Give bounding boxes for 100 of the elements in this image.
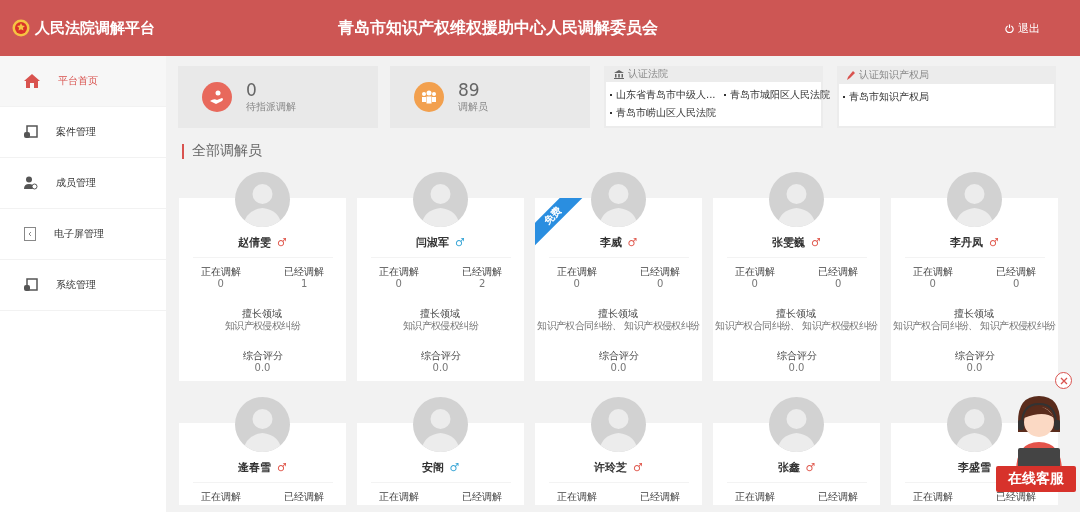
- panel-title: 认证知识产权局: [859, 68, 929, 82]
- specialty-text: 知识产权合同纠纷、 知识产权侵权纠纷: [537, 320, 700, 332]
- mediator-name: 安阁: [421, 459, 444, 475]
- stat-value: 0: [835, 278, 842, 290]
- rating-label: 综合评分: [954, 350, 995, 362]
- specialty-text: 知识产权合同纠纷、 知识产权侵权纠纷: [715, 320, 878, 332]
- logout-link[interactable]: 退出: [1005, 20, 1040, 36]
- stat-label: 正在调解: [912, 491, 953, 503]
- mediator-name: 李威: [599, 234, 622, 250]
- online-service-button[interactable]: 在线客服: [996, 466, 1076, 492]
- specialty-text: 知识产权侵权纠纷: [224, 320, 301, 332]
- mediator-name: 闫淑军: [416, 234, 450, 250]
- avatar-placeholder: [413, 397, 468, 452]
- stat-label: 已经调解: [462, 266, 503, 278]
- avatar-placeholder: [413, 172, 468, 227]
- user-icon: [24, 176, 38, 190]
- stat-label: 调解员: [458, 100, 488, 114]
- stat-label: 正在调解: [378, 266, 419, 278]
- stat-label: 已经调解: [818, 266, 859, 278]
- stat-label: 正在调解: [200, 266, 241, 278]
- specialty-label: 擅长领域: [242, 308, 283, 320]
- stat-label: 正在调解: [200, 491, 241, 503]
- stat-label: 已经调解: [640, 491, 681, 503]
- mediator-name: 李丹凤: [950, 234, 984, 250]
- mediator-card[interactable]: 安阁 ♂ 正在调解 已经调解: [357, 397, 524, 505]
- gender-symbol: ♂: [811, 235, 821, 249]
- gender-symbol: ♂: [277, 460, 287, 474]
- stat-value: 0: [217, 278, 224, 290]
- stat-value: 0: [395, 278, 402, 290]
- specialty-label: 擅长领域: [420, 308, 461, 320]
- page-title: 青岛市知识产权维权援助中心人民调解委员会: [338, 17, 658, 39]
- mediator-card[interactable]: 闫淑军 ♂ 正在调解 0 已经调解 2 擅长领域 知识产权侵权纠纷 综合评分 0.0: [357, 172, 524, 381]
- stat-value: 0: [246, 80, 258, 100]
- certified-item: 山东省青岛市中级人...: [616, 88, 716, 102]
- screen-icon: [24, 227, 36, 241]
- avatar-placeholder: [769, 397, 824, 452]
- specialty-text: 知识产权合同纠纷、 知识产权侵权纠纷: [893, 320, 1056, 332]
- rating-label: 综合评分: [598, 350, 639, 362]
- mediator-name: 赵倩雯: [238, 234, 272, 250]
- avatar-placeholder: [769, 172, 824, 227]
- mediator-card[interactable]: 张鑫 ♂ 正在调解 已经调解: [713, 397, 880, 505]
- stat-label: 已经调解: [462, 491, 503, 503]
- power-icon: [1005, 23, 1014, 33]
- rating-value: 0.0: [966, 362, 983, 374]
- mediator-card[interactable]: 张雯巍 ♂ 正在调解 0 已经调解 0 擅长领域 知识产权合同纠纷、 知识产权侵权纠纷 综合评分 0.0: [713, 172, 880, 381]
- avatar-placeholder: [591, 397, 646, 452]
- mediator-name: 李盛雪: [958, 459, 991, 475]
- panel-title: 认证法院: [628, 67, 668, 81]
- sidebar-item[interactable]: 平台首页: [0, 56, 166, 107]
- mediator-card[interactable]: 逄春雪 ♂ 正在调解 已经调解: [179, 397, 346, 505]
- home-icon: [24, 74, 40, 88]
- stat-value: 0: [573, 278, 580, 290]
- specialty-label: 擅长领域: [598, 308, 639, 320]
- close-button[interactable]: [1055, 372, 1072, 389]
- platform-name: 人民法院调解平台: [35, 18, 155, 38]
- stat-label: 待指派调解: [246, 100, 296, 114]
- rating-value: 0.0: [788, 362, 805, 374]
- document-icon: [24, 278, 38, 292]
- stat-label: 正在调解: [556, 266, 597, 278]
- rating-value: 0.0: [254, 362, 271, 374]
- gender-symbol: ♂: [455, 235, 465, 249]
- mediator-name: 张雯巍: [772, 234, 806, 250]
- specialty-text: 知识产权侵权纠纷: [402, 320, 479, 332]
- gender-symbol: ♂: [633, 460, 643, 474]
- avatar-placeholder: [947, 172, 1002, 227]
- emblem-icon: [12, 19, 30, 37]
- stat-label: 已经调解: [284, 491, 325, 503]
- stat-label: 正在调解: [378, 491, 419, 503]
- certified-item: 青岛市知识产权局: [849, 90, 929, 104]
- gender-symbol: ♂: [627, 235, 638, 249]
- mediator-card[interactable]: 许玲芝 ♂ 正在调解 已经调解: [535, 397, 702, 505]
- gender-symbol: ♂: [989, 235, 999, 249]
- rating-value: 0.0: [432, 362, 449, 374]
- stat-value: 2: [479, 278, 486, 290]
- avatar-placeholder: [235, 172, 290, 227]
- stat-label: 正在调解: [912, 266, 953, 278]
- certified-item: 青岛市城阳区人民法院: [730, 88, 830, 102]
- rating-value: 0.0: [610, 362, 627, 374]
- stat-label: 已经调解: [640, 266, 681, 278]
- stat-label: 正在调解: [734, 491, 775, 503]
- mediator-card[interactable]: 李丹凤 ♂ 正在调解 0 已经调解 0 擅长领域 知识产权合同纠纷、 知识产权侵权纠纷 综合评分 0.0: [891, 172, 1058, 381]
- bank-icon: [614, 69, 624, 79]
- mediator-name: 逄春雪: [238, 459, 272, 475]
- specialty-label: 擅长领域: [776, 308, 817, 320]
- avatar-placeholder: [235, 397, 290, 452]
- gender-symbol: ♂: [805, 460, 816, 474]
- mediator-card[interactable]: 赵倩雯 ♂ 正在调解 0 已经调解 1 擅长领域 知识产权侵权纠纷 综合评分 0.0: [179, 172, 346, 381]
- stat-value: 0: [751, 278, 758, 290]
- stat-value: 0: [929, 278, 936, 290]
- rating-label: 综合评分: [242, 350, 283, 362]
- certified-item: 青岛市崂山区人民法院: [616, 106, 716, 120]
- gender-symbol: ♂: [277, 235, 287, 249]
- stat-label: 已经调解: [284, 266, 325, 278]
- stat-value: 1: [301, 278, 308, 290]
- stat-label: 已经调解: [996, 266, 1037, 278]
- stat-label: 已经调解: [996, 491, 1037, 503]
- stat-label: 正在调解: [734, 266, 775, 278]
- section-title: 全部调解员: [192, 142, 262, 160]
- stat-label: 正在调解: [556, 491, 597, 503]
- mediator-card[interactable]: 免费 李威 ♂ 正在调解 0 已经调解 0 擅长领域 知识产权合同纠纷、 知识产权侵权纠纷 综合评分 0.0: [535, 172, 702, 381]
